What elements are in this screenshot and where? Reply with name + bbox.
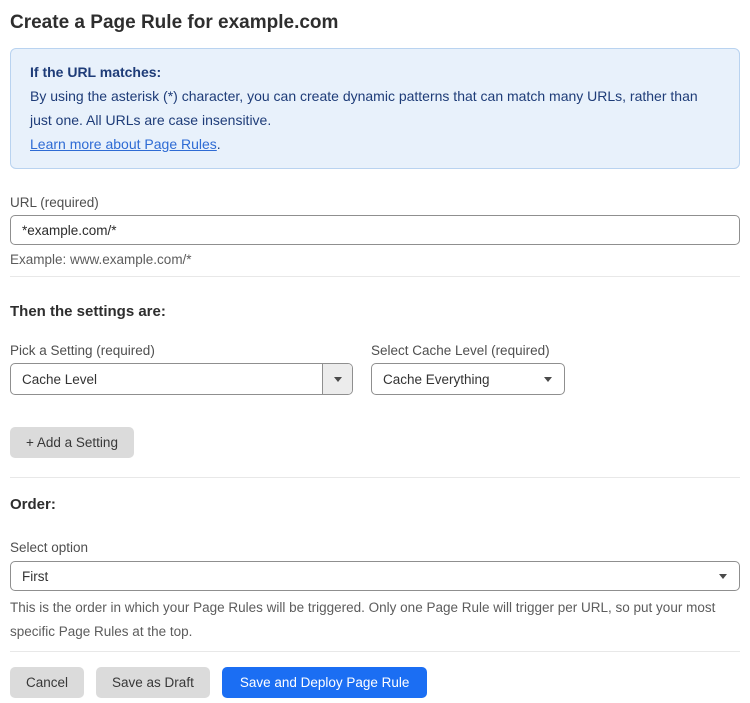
add-setting-button[interactable]: + Add a Setting	[10, 427, 134, 458]
info-box-body: By using the asterisk (*) character, you…	[30, 88, 698, 128]
divider	[10, 276, 740, 277]
order-select-label: Select option	[10, 540, 89, 555]
save-draft-button[interactable]: Save as Draft	[96, 667, 210, 698]
order-description: This is the order in which your Page Rul…	[10, 600, 716, 639]
cache-level-value: Cache Everything	[383, 371, 490, 387]
cache-level-label: Select Cache Level (required)	[371, 343, 550, 358]
order-dropdown[interactable]: First	[10, 561, 740, 591]
order-value: First	[22, 568, 49, 584]
dropdown-arrow-wrap	[719, 562, 739, 590]
cache-level-column: Select Cache Level (required) Cache Ever…	[371, 343, 565, 395]
settings-row: Pick a Setting (required) Cache Level Se…	[10, 343, 740, 395]
setting-picker-column: Pick a Setting (required) Cache Level	[10, 343, 353, 395]
link-suffix: .	[216, 136, 221, 152]
setting-picker-label: Pick a Setting (required)	[10, 343, 155, 358]
url-example-hint: Example: www.example.com/*	[10, 252, 192, 267]
url-field-label: URL (required)	[10, 195, 99, 210]
chevron-down-icon	[544, 376, 552, 382]
settings-section-heading: Then the settings are:	[10, 303, 166, 320]
divider	[10, 477, 740, 478]
setting-picker-value: Cache Level	[22, 371, 98, 387]
info-box-link-line: Learn more about Page Rules.	[30, 132, 720, 156]
learn-more-link[interactable]: Learn more about Page Rules	[30, 136, 217, 152]
setting-picker-dropdown[interactable]: Cache Level	[10, 363, 353, 395]
dropdown-arrow-cell[interactable]	[322, 364, 352, 394]
cancel-button[interactable]: Cancel	[10, 667, 85, 698]
page-title: Create a Page Rule for example.com	[10, 12, 339, 33]
divider	[10, 651, 740, 652]
chevron-down-icon	[719, 573, 727, 579]
save-deploy-button[interactable]: Save and Deploy Page Rule	[221, 667, 428, 698]
dropdown-arrow-wrap	[544, 364, 564, 394]
url-input[interactable]	[10, 215, 740, 245]
chevron-down-icon	[333, 376, 342, 382]
form-actions: Cancel Save as Draft Save and Deploy Pag…	[10, 667, 740, 698]
order-section-heading: Order:	[10, 496, 56, 513]
url-match-info-box: If the URL matches: By using the asteris…	[10, 48, 740, 169]
create-page-rule-form: Create a Page Rule for example.com If th…	[0, 12, 750, 698]
cache-level-dropdown[interactable]: Cache Everything	[371, 363, 565, 395]
info-box-heading: If the URL matches:	[30, 64, 162, 80]
